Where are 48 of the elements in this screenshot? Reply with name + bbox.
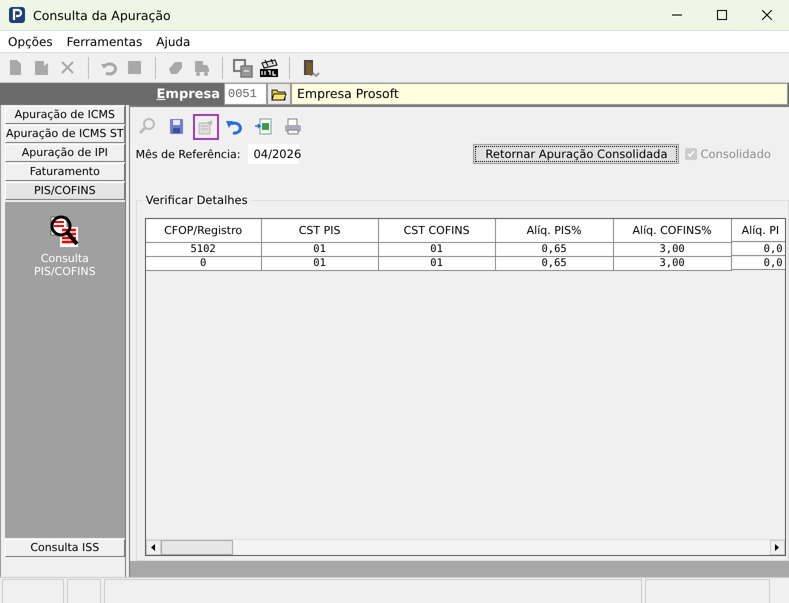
table-cell: 01 (378, 243, 496, 257)
folder-icon (271, 87, 287, 101)
sidebar-tab[interactable]: Apuração de ICMS ST (5, 125, 125, 143)
sidebar-tab[interactable]: Faturamento (5, 163, 125, 181)
menu-item[interactable]: Ferramentas (66, 34, 142, 48)
stamp-icon[interactable] (259, 58, 279, 78)
group-title: Verificar Detalhes (142, 193, 251, 207)
menu-item[interactable]: Opções (8, 34, 53, 48)
table-cell: 0,65 (496, 257, 614, 271)
column-header[interactable]: CST COFINS (378, 219, 496, 243)
sidebar-tab[interactable]: Apuração de IPI (5, 144, 125, 162)
document-export-icon[interactable] (192, 114, 219, 140)
table-cell: 5102 (146, 243, 262, 257)
sidebar-tab[interactable]: Apuração de ICMS (5, 106, 125, 124)
table-cell: 01 (262, 243, 379, 257)
table-cell: 0,65 (496, 243, 614, 257)
table-cell: 0,0 (732, 243, 785, 256)
window-title: Consulta da Apuração (33, 8, 172, 22)
close-icon[interactable] (762, 10, 772, 20)
scroll-left-icon[interactable] (151, 544, 156, 551)
company-code-field[interactable]: 0051 (224, 83, 267, 105)
table-cell: 3,00 (614, 257, 732, 271)
consolidated-label: Consolidado (700, 147, 771, 161)
company-name-field[interactable]: Empresa Prosoft (291, 83, 788, 105)
column-header[interactable]: Alíq. COFINS% (614, 219, 732, 243)
menu-item[interactable]: Ajuda (156, 34, 190, 48)
column-header[interactable]: Alíq. PI (732, 219, 785, 242)
table-cell: 01 (378, 257, 496, 271)
scrollbar-thumb[interactable] (160, 540, 233, 555)
table-cell: 0,0 (732, 257, 785, 270)
sidebar-tab[interactable]: Consulta ISS (5, 539, 125, 557)
table-cell: 3,00 (614, 243, 732, 257)
table-cell: 0 (146, 257, 262, 271)
column-header[interactable]: CFOP/Registro (146, 219, 262, 243)
open-folder-button[interactable] (267, 83, 291, 105)
scroll-right-icon[interactable] (775, 544, 780, 551)
table-cell: 01 (262, 257, 379, 271)
reference-month-field[interactable]: 04/2026 (248, 144, 300, 164)
reference-month-label: Mês de Referência: (136, 148, 240, 160)
sidebar-tab[interactable]: PIS/COFINS (5, 182, 125, 200)
column-header[interactable]: CST PIS (262, 219, 379, 243)
horizontal-scrollbar[interactable] (146, 539, 785, 555)
return-consolidated-button[interactable]: Retornar Apuração Consolidada (473, 144, 680, 164)
copy-icon[interactable] (233, 58, 253, 78)
company-label: Empresa (156, 86, 221, 102)
maximize-icon[interactable] (717, 10, 727, 20)
app-logo-icon (9, 7, 25, 23)
column-header[interactable]: Alíq. PIS% (496, 219, 614, 243)
